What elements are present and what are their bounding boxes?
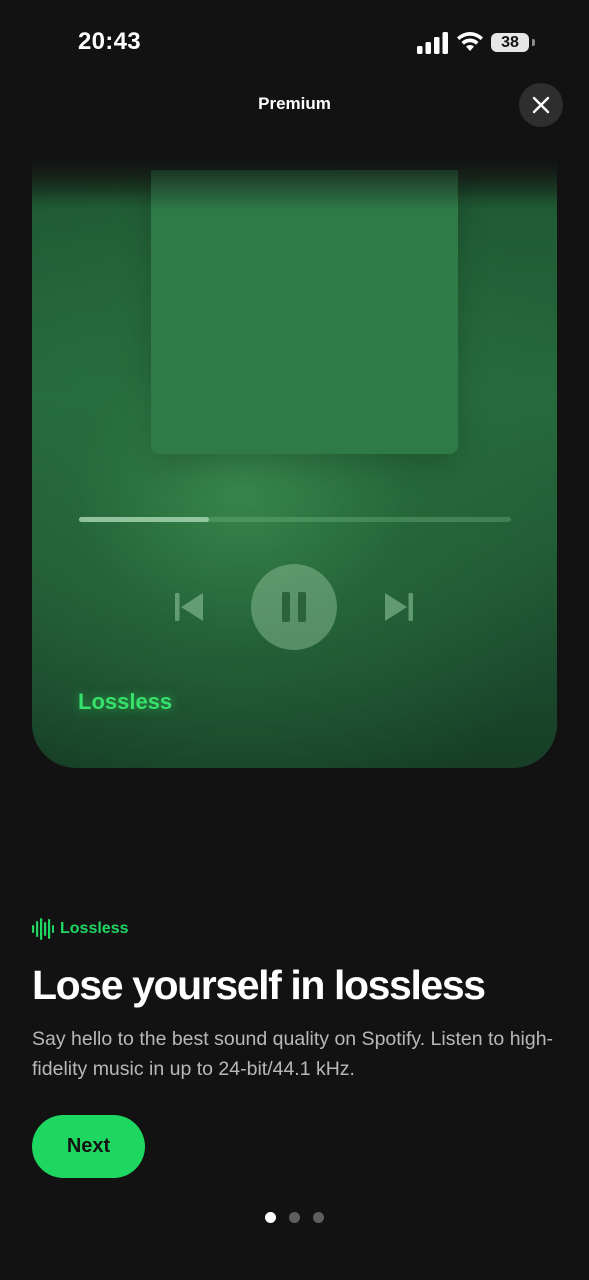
page-indicator bbox=[0, 1212, 589, 1223]
pause-icon bbox=[282, 592, 306, 622]
pause-button bbox=[251, 564, 337, 650]
battery-level: 38 bbox=[501, 34, 519, 51]
progress-bar bbox=[79, 517, 511, 522]
close-icon bbox=[532, 96, 550, 114]
page-dot-2[interactable] bbox=[289, 1212, 300, 1223]
battery-icon: 38 bbox=[491, 31, 537, 55]
page-dot-1[interactable] bbox=[265, 1212, 276, 1223]
waveform-icon bbox=[32, 918, 54, 940]
close-button[interactable] bbox=[519, 83, 563, 127]
hero-illustration: Lossless bbox=[32, 150, 557, 768]
album-art bbox=[151, 170, 458, 454]
progress-fill bbox=[79, 517, 209, 522]
page-dot-3[interactable] bbox=[313, 1212, 324, 1223]
headline: Lose yourself in lossless bbox=[32, 962, 486, 1008]
status-time: 20:43 bbox=[78, 28, 141, 55]
signal-icon bbox=[417, 32, 448, 54]
next-track-icon bbox=[385, 593, 413, 621]
next-button[interactable]: Next bbox=[32, 1115, 145, 1178]
feature-tag-label: Lossless bbox=[60, 920, 129, 937]
status-bar: 20:43 38 bbox=[0, 0, 589, 80]
page-title: Premium bbox=[258, 94, 331, 113]
previous-icon bbox=[175, 593, 203, 621]
description: Say hello to the best sound quality on S… bbox=[32, 1028, 554, 1080]
wifi-icon bbox=[457, 32, 483, 51]
feature-tag: Lossless bbox=[32, 918, 128, 940]
hero-lossless-label: Lossless bbox=[78, 689, 173, 714]
